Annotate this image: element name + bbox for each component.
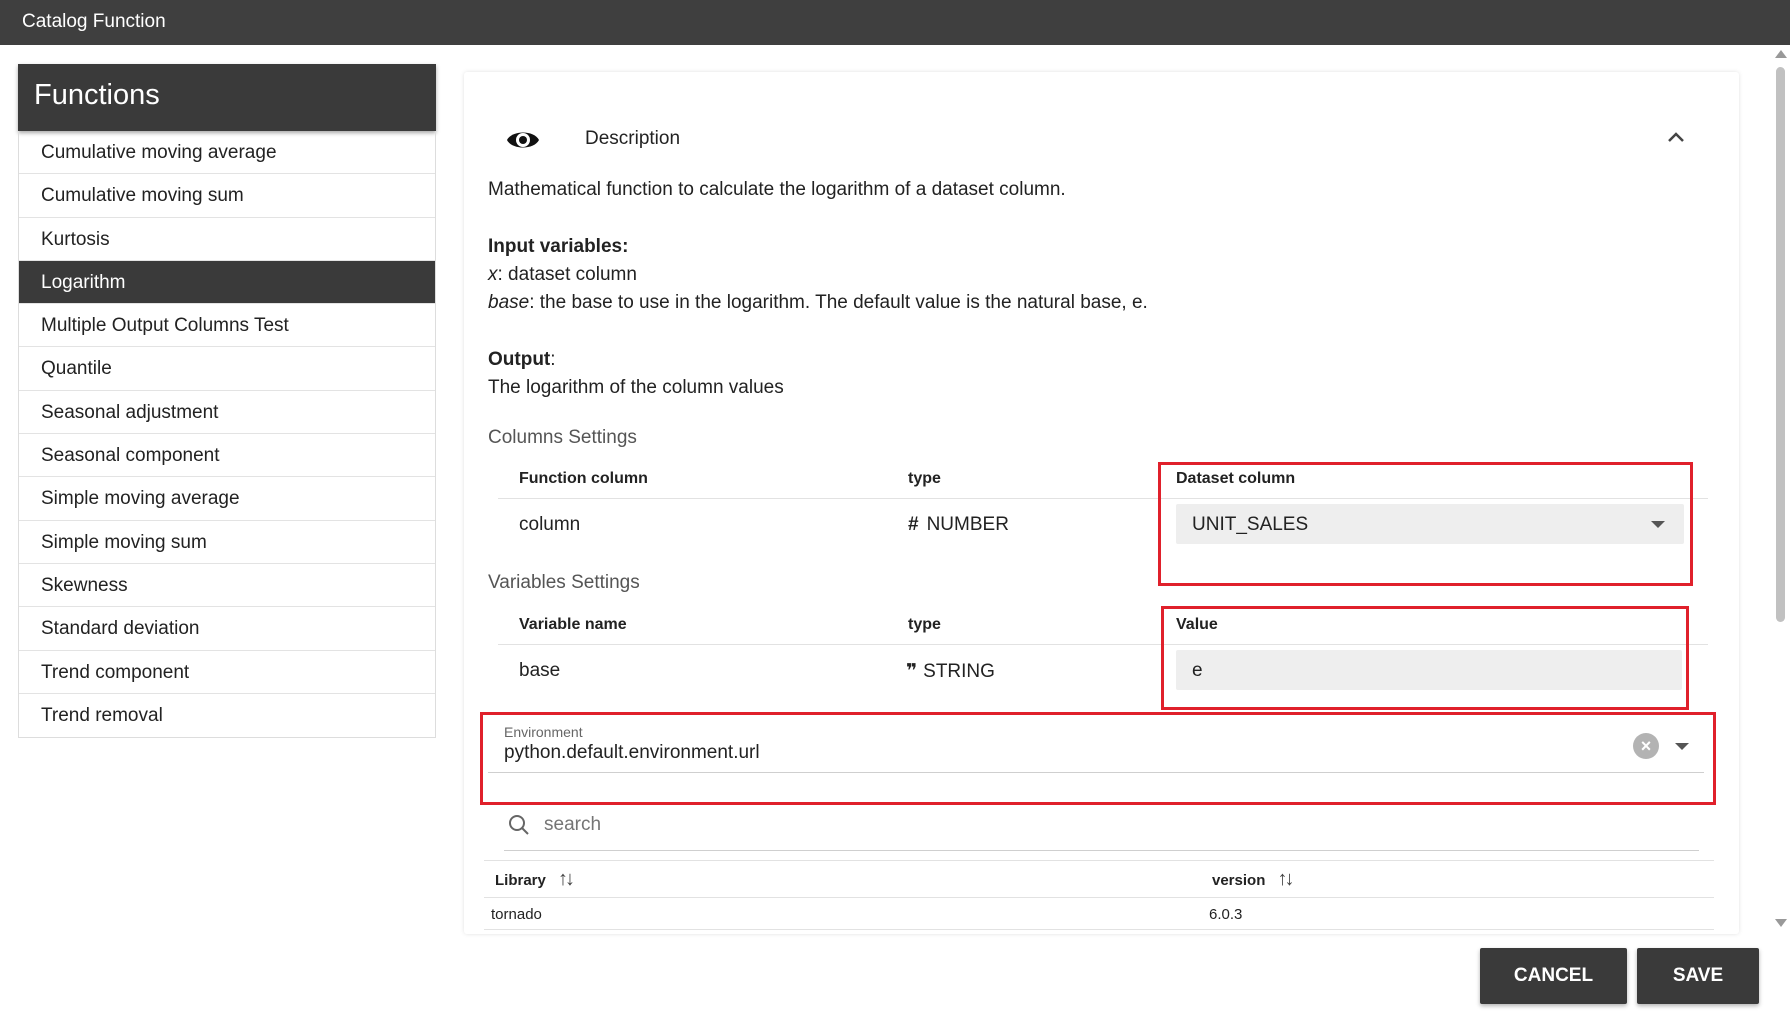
library-header[interactable]: Library ↑↓ xyxy=(495,868,575,891)
function-column-header: Function column xyxy=(519,470,648,487)
output-heading-colon: : xyxy=(550,349,556,370)
functions-list: Cumulative moving average Cumulative mov… xyxy=(18,131,436,739)
var-x-name: x xyxy=(488,264,498,285)
output-heading-label: Output xyxy=(488,349,551,370)
description-header[interactable]: Description xyxy=(464,122,1739,166)
variables-type-header: type xyxy=(908,616,941,633)
version-header[interactable]: version ↑↓ xyxy=(1212,868,1295,891)
number-type-icon: # xyxy=(908,514,919,535)
variable-type: ❞ STRING xyxy=(906,660,995,683)
sidebar-item-simple-moving-sum[interactable]: Simple moving sum xyxy=(19,521,435,564)
eye-icon xyxy=(507,132,539,148)
sidebar-item-logarithm[interactable]: Logarithm xyxy=(19,260,435,305)
description-header-label: Description xyxy=(585,128,681,149)
search-input[interactable] xyxy=(544,811,1144,839)
scrollbar[interactable] xyxy=(1771,45,1790,935)
sidebar-item-trend-removal[interactable]: Trend removal xyxy=(19,694,435,737)
column-type: # NUMBER xyxy=(908,514,1009,536)
version-header-label: version xyxy=(1212,872,1266,889)
chevron-up-icon[interactable] xyxy=(1667,130,1685,144)
var-base-desc: : the base to use in the logarithm. The … xyxy=(529,292,1148,313)
search-icon xyxy=(509,815,529,835)
sidebar-item-skewness[interactable]: Skewness xyxy=(19,564,435,608)
scroll-thumb[interactable] xyxy=(1776,67,1785,622)
column-type-label: NUMBER xyxy=(926,514,1009,535)
description-summary: Mathematical function to calculate the l… xyxy=(488,179,1066,200)
sort-icon[interactable]: ↑↓ xyxy=(1278,868,1295,890)
save-button[interactable]: SAVE xyxy=(1637,948,1759,1004)
window-title: Catalog Function xyxy=(22,11,166,32)
library-search[interactable] xyxy=(504,807,1699,851)
sort-icon[interactable]: ↑↓ xyxy=(558,868,575,890)
variables-settings-title: Variables Settings xyxy=(488,572,640,593)
libraries-header-divider xyxy=(484,897,1714,898)
sidebar-item-multiple-output-columns-test[interactable]: Multiple Output Columns Test xyxy=(19,304,435,348)
library-cell: tornado xyxy=(491,906,542,923)
scroll-up-arrow[interactable] xyxy=(1775,50,1787,58)
sidebar-title: Functions xyxy=(18,64,436,131)
var-x-desc: : dataset column xyxy=(497,264,637,285)
output-description: The logarithm of the column values xyxy=(488,377,784,398)
libraries-top-divider xyxy=(484,860,1714,861)
variable-name-value: base xyxy=(519,660,561,681)
input-variable-base: base: the base to use in the logarithm. … xyxy=(488,292,1148,314)
variable-type-label: STRING xyxy=(923,661,995,682)
functions-sidebar: Functions Cumulative moving average Cumu… xyxy=(18,64,436,739)
sidebar-item-kurtosis[interactable]: Kurtosis xyxy=(19,218,435,261)
libraries-row-divider xyxy=(484,929,1714,930)
sidebar-item-seasonal-adjustment[interactable]: Seasonal adjustment xyxy=(19,391,435,435)
columns-type-header: type xyxy=(908,470,941,487)
sidebar-item-cumulative-moving-average[interactable]: Cumulative moving average xyxy=(19,131,435,175)
cancel-button[interactable]: CANCEL xyxy=(1480,948,1627,1004)
sidebar-item-cumulative-moving-sum[interactable]: Cumulative moving sum xyxy=(19,174,435,218)
dataset-column-highlight xyxy=(1158,462,1693,586)
variable-value-highlight xyxy=(1161,606,1689,710)
input-variables-heading: Input variables: xyxy=(488,236,629,257)
scroll-down-arrow[interactable] xyxy=(1775,919,1787,927)
string-type-icon: ❞ xyxy=(906,661,918,682)
columns-settings-title: Columns Settings xyxy=(488,427,637,448)
sidebar-item-seasonal-component[interactable]: Seasonal component xyxy=(19,434,435,478)
environment-highlight xyxy=(480,712,1716,805)
window-titlebar: Catalog Function xyxy=(0,0,1790,45)
function-detail-panel: Description Mathematical function to cal… xyxy=(464,72,1739,934)
input-variable-x: x: dataset column xyxy=(488,264,637,286)
sidebar-item-simple-moving-average[interactable]: Simple moving average xyxy=(19,477,435,521)
sidebar-item-standard-deviation[interactable]: Standard deviation xyxy=(19,607,435,651)
function-column-value: column xyxy=(519,514,581,535)
var-base-name: base xyxy=(488,292,530,313)
sidebar-item-trend-component[interactable]: Trend component xyxy=(19,651,435,694)
variable-name-header: Variable name xyxy=(519,616,627,633)
version-cell: 6.0.3 xyxy=(1209,906,1243,923)
library-header-label: Library xyxy=(495,872,546,889)
sidebar-item-quantile[interactable]: Quantile xyxy=(19,347,435,391)
output-heading: Output: xyxy=(488,349,556,371)
